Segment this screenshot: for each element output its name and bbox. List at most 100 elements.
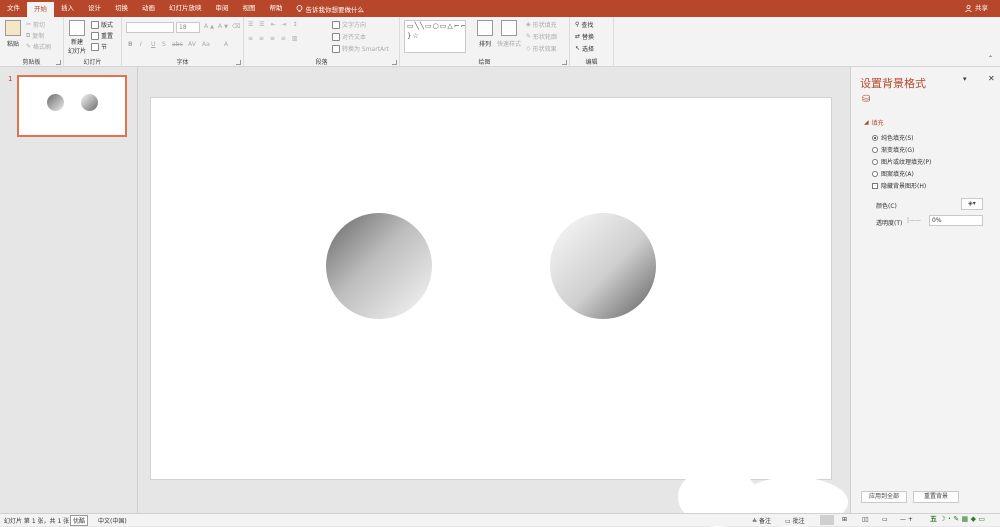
quick-styles-button[interactable]: 快速样式 [496, 20, 522, 48]
gradient-fill-option[interactable]: 渐变填充(G) [872, 145, 914, 154]
slide-sorter-icon[interactable]: ⊞ [842, 516, 847, 523]
section-button[interactable]: 节 [91, 42, 107, 51]
drawing-launcher-icon[interactable] [562, 60, 567, 65]
slide-counter: 幻灯片 第 1 张，共 1 张 [4, 518, 70, 525]
strikethrough-button[interactable]: abc [172, 41, 183, 48]
collapse-ribbon-icon[interactable]: ⌃ [988, 55, 993, 62]
ribbon-tab-bar: 文件 开始 插入 设计 切换 动画 幻灯片放映 审阅 视图 帮助 告诉我你想要做… [0, 0, 1000, 17]
shape-effects-button[interactable]: ◇ 形状效果 [526, 44, 557, 53]
font-color-button[interactable]: A [224, 41, 228, 48]
tab-file[interactable]: 文件 [0, 0, 27, 17]
text-direction-button[interactable]: 文字方向 [332, 20, 366, 29]
bold-button[interactable]: B [128, 41, 133, 48]
slide-thumbnail[interactable] [17, 75, 127, 137]
ime-toolbar[interactable]: 五 ☽ · ✎ ▦ ◆ ▭ [930, 514, 985, 524]
paste-button[interactable]: 粘贴 [4, 20, 22, 48]
transparency-label: 透明度(T) [876, 220, 903, 227]
reset-button[interactable]: 重置 [91, 31, 113, 40]
tab-design[interactable]: 设计 [81, 0, 108, 17]
find-button[interactable]: ⚲ 查找 [575, 20, 593, 29]
transparency-slider[interactable]: |—— [907, 217, 921, 224]
clear-format-icon[interactable]: ⌫ [232, 23, 240, 30]
light-gradient-circle[interactable] [550, 213, 656, 319]
smartart-button[interactable]: 转换为 SmartArt [332, 44, 389, 53]
reading-view-icon[interactable]: ▯▯ [862, 516, 869, 523]
normal-view-button[interactable] [820, 515, 834, 525]
clipboard-launcher-icon[interactable] [56, 60, 61, 65]
copy-button[interactable]: ⧉ 复制 [26, 31, 44, 41]
comments-button[interactable]: ▭ 批注 [785, 516, 805, 525]
font-size-box[interactable]: 18 [176, 22, 200, 33]
list-buttons[interactable]: ☰ ☰ ⇤ ⇥ ↕ [248, 21, 299, 28]
reset-background-button[interactable]: 重置背景 [913, 491, 959, 503]
tab-animations[interactable]: 动画 [135, 0, 162, 17]
reset-icon [91, 31, 99, 40]
share-button[interactable]: 共享 [965, 0, 988, 17]
apply-to-all-button[interactable]: 应用到全部 [861, 491, 907, 503]
drawing-group: ▭╲╲▭○▭△⌐⌐⇨◇{ }☆ 排列 快速样式 ◈形状填充 ✎形状轮廓 ◇形状效… [400, 17, 570, 67]
radio-gradient-fill[interactable] [872, 146, 878, 153]
replace-button[interactable]: ⇄ 替换 [575, 32, 594, 41]
shape-fill-button[interactable]: ◈ 形状填充 [526, 20, 557, 29]
radio-solid-fill[interactable] [872, 134, 878, 141]
slide-canvas[interactable] [150, 97, 832, 480]
language-indicator[interactable]: 中文(中国) [98, 516, 127, 525]
paragraph-launcher-icon[interactable] [392, 60, 397, 65]
hide-background-checkbox[interactable] [872, 182, 878, 189]
shadow-button[interactable]: S [162, 41, 166, 48]
tab-transitions[interactable]: 切换 [108, 0, 135, 17]
change-case-button[interactable]: Aa [202, 41, 210, 48]
fill-section-header[interactable]: ◢ 填充 [864, 118, 884, 127]
tell-me-text: 告诉我你想要做什么 [305, 5, 365, 14]
pane-options-icon[interactable]: ▾ [963, 75, 967, 83]
format-painter-button[interactable]: ✎ 格式刷 [26, 42, 51, 51]
tab-insert[interactable]: 插入 [54, 0, 81, 17]
share-label: 共享 [975, 4, 988, 12]
thumb-light-circle [81, 94, 98, 111]
layout-button[interactable]: 版式 [91, 20, 113, 29]
radio-pattern-fill[interactable] [872, 170, 878, 177]
pattern-fill-option[interactable]: 图案填充(A) [872, 169, 914, 178]
tell-me-box[interactable]: 告诉我你想要做什么 [290, 4, 365, 14]
dark-gradient-circle[interactable] [326, 213, 432, 319]
arrange-button[interactable]: 排列 [476, 20, 494, 48]
align-text-button[interactable]: 对齐文本 [332, 32, 366, 41]
effects-icon: ◇ [526, 45, 531, 52]
select-button[interactable]: ↖ 选择 [575, 44, 594, 53]
italic-button[interactable]: I [140, 41, 142, 48]
close-icon[interactable]: ✕ [988, 74, 995, 83]
hide-background-option[interactable]: 隐藏背景图形(H) [872, 181, 926, 190]
brush-icon: ✎ [26, 43, 32, 50]
tab-view[interactable]: 视图 [236, 0, 263, 17]
pencil-icon: ✎ [526, 33, 532, 40]
zoom-slider[interactable]: — + [900, 516, 913, 523]
paint-bucket-icon: ◈▾ [968, 200, 976, 207]
grow-font-button[interactable]: A ▲ [204, 23, 214, 30]
notes-icon: ≙ [752, 518, 759, 525]
notes-button[interactable]: ≙ 备注 [752, 516, 771, 525]
color-picker-button[interactable]: ◈▾ [961, 198, 983, 210]
align-buttons[interactable]: ≡ ≡ ≡ ≡ ▥ [248, 35, 299, 42]
transparency-input[interactable]: 0% [929, 215, 983, 226]
underline-button[interactable]: U [151, 41, 155, 48]
radio-picture-fill[interactable] [872, 158, 878, 165]
tab-slideshow[interactable]: 幻灯片放映 [162, 0, 209, 17]
slideshow-icon[interactable]: ▭ [882, 516, 888, 523]
editing-group: ⚲ 查找 ⇄ 替换 ↖ 选择 编辑 [570, 17, 614, 67]
cursor-icon: ↖ [575, 45, 581, 52]
shape-outline-button[interactable]: ✎ 形状轮廓 [526, 32, 557, 41]
shapes-gallery[interactable]: ▭╲╲▭○▭△⌐⌐⇨◇{ }☆ [404, 20, 466, 53]
layout-icon [91, 20, 99, 29]
fill-bucket-icon[interactable]: ⛁ [862, 94, 870, 105]
tab-review[interactable]: 审阅 [209, 0, 236, 17]
spacing-button[interactable]: AV [188, 41, 196, 48]
font-name-box[interactable] [126, 22, 174, 33]
tab-home[interactable]: 开始 [27, 2, 54, 17]
picture-fill-option[interactable]: 图片或纹理填充(P) [872, 157, 931, 166]
font-launcher-icon[interactable] [236, 60, 241, 65]
tab-help[interactable]: 帮助 [263, 0, 290, 17]
solid-fill-option[interactable]: 纯色填充(S) [872, 133, 914, 142]
shrink-font-button[interactable]: A ▼ [218, 23, 228, 30]
new-slide-button[interactable]: 新建 幻灯片 [66, 20, 88, 55]
cut-button[interactable]: ✂ 剪切 [26, 20, 45, 29]
